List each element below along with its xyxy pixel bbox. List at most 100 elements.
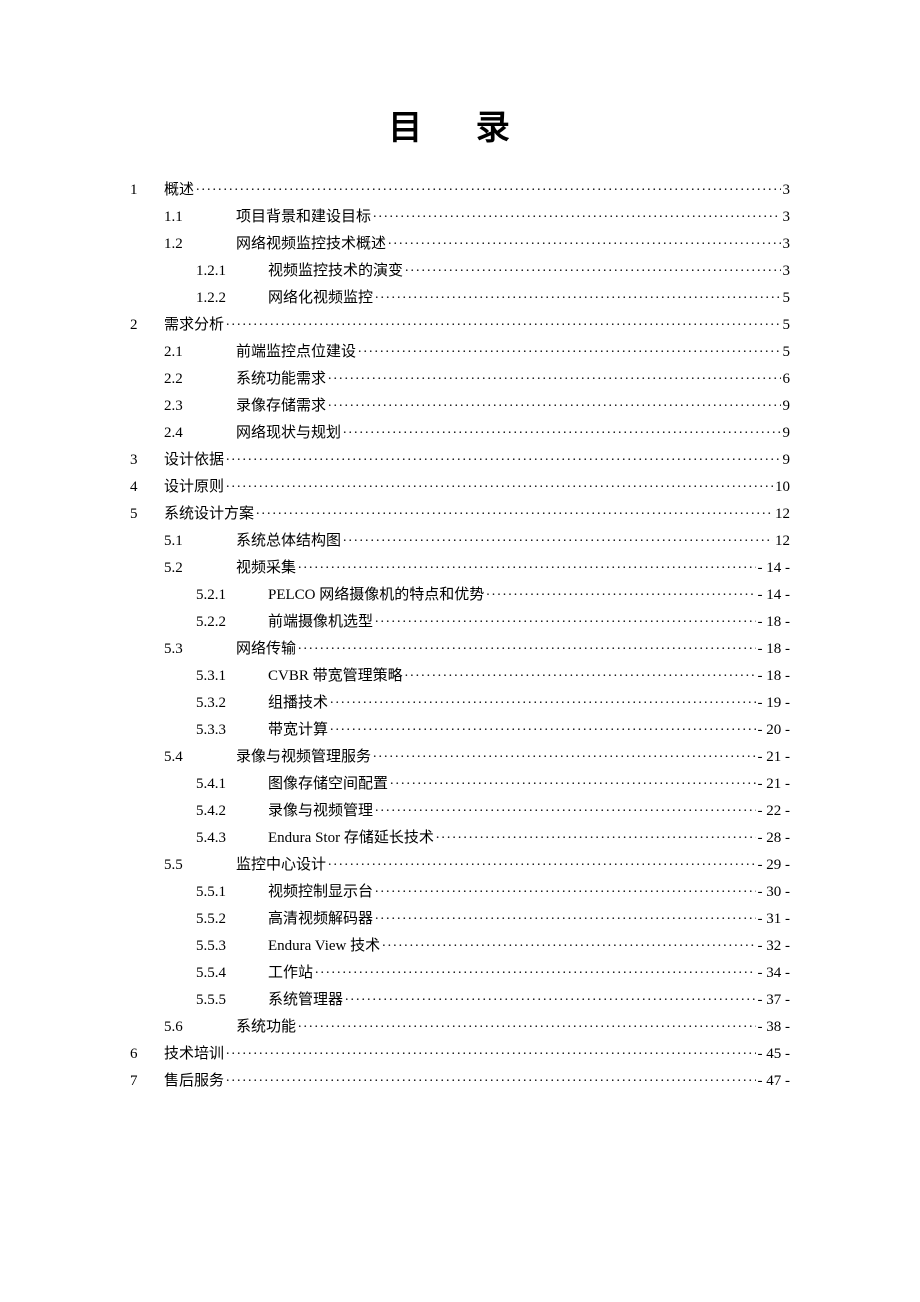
toc-entry-number: 5.3.2 xyxy=(196,696,268,711)
toc-entry-page: - 14 - xyxy=(758,588,791,603)
toc-entry-number: 3 xyxy=(130,453,164,468)
toc-row: 5.4录像与视频管理服务 - 21 - xyxy=(130,746,790,765)
toc-entry-title: PELCO 网络摄像机的特点和优势 xyxy=(268,588,484,603)
toc-entry-number: 5.2.1 xyxy=(196,588,268,603)
toc-entry-title: 设计依据 xyxy=(164,453,224,468)
toc-entry-number: 5.4.3 xyxy=(196,831,268,846)
toc-entry-number: 5.4.1 xyxy=(196,777,268,792)
toc-row: 5.3.1CVBR 带宽管理策略- 18 - xyxy=(130,665,790,684)
toc-entry-title: 需求分析 xyxy=(164,318,224,333)
document-page: 目 录 1概述31.1项目背景和建设目标31.2网络视频监控技术概述31.2.1… xyxy=(0,0,920,1302)
toc-entry-title: 设计原则 xyxy=(164,480,224,495)
dot-leader xyxy=(298,557,755,572)
toc-entry-number: 1 xyxy=(130,183,164,198)
dot-leader xyxy=(358,341,780,356)
toc-entry-number: 1.1 xyxy=(164,210,236,225)
toc-entry-title: 视频监控技术的演变 xyxy=(268,264,403,279)
dot-leader xyxy=(373,206,780,221)
toc-entry-number: 5.1 xyxy=(164,534,236,549)
toc-row: 1.2网络视频监控技术概述3 xyxy=(130,233,790,252)
toc-entry-title: 前端摄像机选型 xyxy=(268,615,373,630)
toc-entry-title: 图像存储空间配置 xyxy=(268,777,388,792)
dot-leader xyxy=(328,395,780,410)
dot-leader xyxy=(298,1016,755,1031)
dot-leader xyxy=(328,368,780,383)
toc-row: 2.2系统功能需求6 xyxy=(130,368,790,387)
toc-entry-page: - 29 - xyxy=(758,858,791,873)
toc-row: 5.5.3Endura View 技术- 32 - xyxy=(130,935,790,954)
toc-entry-page: - 45 - xyxy=(758,1047,791,1062)
toc-entry-number: 5.5.3 xyxy=(196,939,268,954)
toc-entry-title: 系统设计方案 xyxy=(164,507,254,522)
toc-entry-number: 5.5 xyxy=(164,858,236,873)
toc-entry-title: 工作站 xyxy=(268,966,313,981)
toc-entry-page: - 19 - xyxy=(758,696,791,711)
toc-entry-page: - 21 - xyxy=(758,750,791,765)
dot-leader xyxy=(298,638,755,653)
toc-row: 5.3网络传输- 18 - xyxy=(130,638,790,657)
toc-entry-page: 9 xyxy=(783,399,791,414)
toc-entry-number: 2.4 xyxy=(164,426,236,441)
toc-entry-title: 售后服务 xyxy=(164,1074,224,1089)
toc-entry-title: 项目背景和建设目标 xyxy=(236,210,371,225)
toc-row: 4设计原则10 xyxy=(130,476,790,495)
toc-entry-number: 4 xyxy=(130,480,164,495)
dot-leader xyxy=(330,692,755,707)
toc-entry-page: - 31 - xyxy=(758,912,791,927)
dot-leader xyxy=(330,719,755,734)
toc-entry-page: 9 xyxy=(783,453,791,468)
dot-leader xyxy=(343,530,773,545)
toc-entry-title: 技术培训 xyxy=(164,1047,224,1062)
toc-row: 5.2.1PELCO 网络摄像机的特点和优势 - 14 - xyxy=(130,584,790,603)
toc-row: 1.2.1视频监控技术的演变3 xyxy=(130,260,790,279)
toc-entry-page: - 47 - xyxy=(758,1074,791,1089)
toc-entry-page: 3 xyxy=(783,183,791,198)
dot-leader xyxy=(226,1070,755,1085)
dot-leader xyxy=(486,584,755,599)
toc-entry-number: 2 xyxy=(130,318,164,333)
toc-entry-page: - 38 - xyxy=(758,1020,791,1035)
dot-leader xyxy=(390,773,755,788)
dot-leader xyxy=(375,800,755,815)
toc-entry-title: 录像存储需求 xyxy=(236,399,326,414)
toc-entry-page: - 14 - xyxy=(758,561,791,576)
toc-row: 5系统设计方案12 xyxy=(130,503,790,522)
toc-entry-title: 网络化视频监控 xyxy=(268,291,373,306)
toc-entry-number: 5.5.1 xyxy=(196,885,268,900)
toc-entry-number: 5.2 xyxy=(164,561,236,576)
toc-entry-page: 3 xyxy=(783,237,791,252)
toc-entry-number: 5.3 xyxy=(164,642,236,657)
toc-row: 5.6系统功能- 38 - xyxy=(130,1016,790,1035)
toc-entry-title: Endura Stor 存储延长技术 xyxy=(268,831,434,846)
toc-entry-title: 录像与视频管理 xyxy=(268,804,373,819)
toc-entry-number: 6 xyxy=(130,1047,164,1062)
dot-leader xyxy=(343,422,780,437)
toc-entry-number: 5.6 xyxy=(164,1020,236,1035)
toc-entry-page: - 18 - xyxy=(758,642,791,657)
toc-row: 5.5监控中心设计- 29 - xyxy=(130,854,790,873)
toc-entry-number: 5.4 xyxy=(164,750,236,765)
dot-leader xyxy=(226,1043,755,1058)
toc-entry-page: - 18 - xyxy=(758,615,791,630)
toc-entry-number: 5.2.2 xyxy=(196,615,268,630)
toc-entry-number: 2.3 xyxy=(164,399,236,414)
toc-entry-title: 带宽计算 xyxy=(268,723,328,738)
toc-row: 2.3录像存储需求 9 xyxy=(130,395,790,414)
toc-entry-page: 6 xyxy=(783,372,791,387)
toc-entry-number: 2.2 xyxy=(164,372,236,387)
toc-row: 5.3.3带宽计算- 20 - xyxy=(130,719,790,738)
toc-entry-page: - 20 - xyxy=(758,723,791,738)
toc-entry-page: 5 xyxy=(783,291,791,306)
dot-leader xyxy=(256,503,773,518)
toc-row: 5.5.2高清视频解码器- 31 - xyxy=(130,908,790,927)
toc-entry-page: 9 xyxy=(783,426,791,441)
toc-entry-title: 系统管理器 xyxy=(268,993,343,1008)
table-of-contents: 1概述31.1项目背景和建设目标31.2网络视频监控技术概述31.2.1视频监控… xyxy=(130,179,790,1089)
toc-entry-title: 录像与视频管理服务 xyxy=(236,750,371,765)
toc-entry-page: - 28 - xyxy=(758,831,791,846)
dot-leader xyxy=(375,611,755,626)
toc-entry-number: 5.3.1 xyxy=(196,669,268,684)
toc-row: 5.4.3Endura Stor 存储延长技术 - 28 - xyxy=(130,827,790,846)
toc-entry-title: 视频采集 xyxy=(236,561,296,576)
toc-entry-number: 1.2.1 xyxy=(196,264,268,279)
